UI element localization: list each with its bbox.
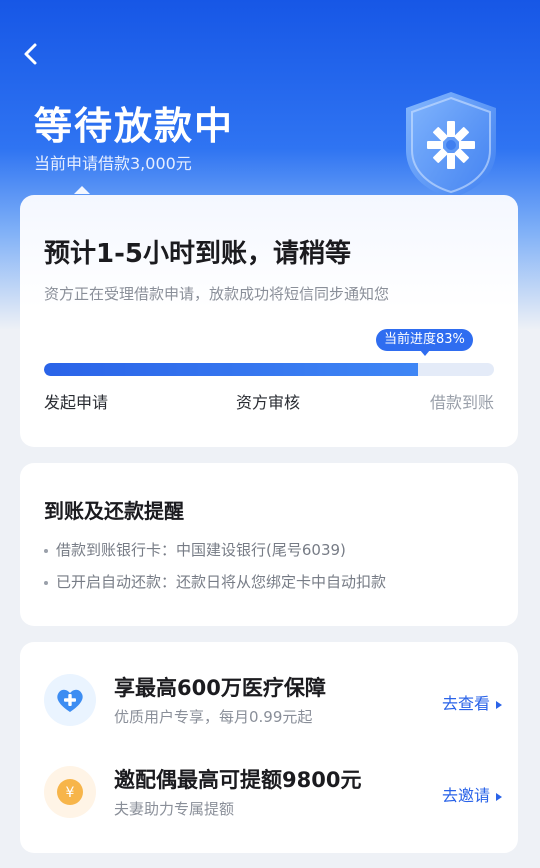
progress-fill	[44, 363, 418, 376]
progress-tooltip: 当前进度83%	[376, 329, 473, 356]
view-button-label: 去查看	[441, 694, 490, 713]
step-apply: 发起申请	[44, 393, 109, 412]
reminder-title: 到账及还款提醒	[44, 499, 184, 523]
invite-button-label: 去邀请	[441, 786, 490, 805]
bank-shield-icon	[406, 92, 496, 198]
heart-plus-icon	[57, 689, 83, 712]
view-button[interactable]: 去查看	[442, 690, 502, 714]
pointer-arrow	[74, 186, 90, 194]
promo-icon-bg: ¥	[44, 766, 96, 818]
promo-icon-bg	[44, 674, 96, 726]
caret-right-icon	[496, 700, 502, 709]
promo-medical[interactable]: 享最高600万医疗保障 优质用户专享，每月0.99元起 去查看	[42, 672, 502, 732]
promo-spouse-title: 邀配偶最高可提额9800元	[114, 768, 362, 792]
reminder-card: 到账及还款提醒 借款到账银行卡：中国建设银行(尾号6039) 已开启自动还款：还…	[20, 463, 518, 626]
promo-spouse-subtitle: 夫妻助力专属提额	[114, 800, 235, 818]
loan-amount-subtitle: 当前申请借款3,000元	[34, 154, 192, 173]
bullet-icon	[44, 580, 48, 585]
caret-right-icon	[496, 792, 502, 801]
loan-status-card: 预计1-5小时到账，请稍等 资方正在受理借款申请，放款成功将短信同步通知您 当前…	[20, 195, 518, 447]
step-arrival: 借款到账	[429, 393, 494, 412]
status-description: 资方正在受理借款申请，放款成功将短信同步通知您	[44, 285, 390, 303]
promo-card: 享最高600万医疗保障 优质用户专享，每月0.99元起 去查看 ¥ 邀配偶最高可…	[20, 642, 518, 853]
invite-button[interactable]: 去邀请	[442, 782, 502, 806]
eta-title: 预计1-5小时到账，请稍等	[44, 239, 351, 269]
yen-coin-icon: ¥	[57, 779, 83, 805]
progress-track	[44, 363, 494, 376]
page-title: 等待放款中	[34, 104, 235, 148]
chevron-left-icon	[24, 43, 37, 65]
svg-text:¥: ¥	[66, 785, 75, 801]
promo-spouse[interactable]: ¥ 邀配偶最高可提额9800元 夫妻助力专属提额 去邀请	[42, 764, 502, 824]
auto-repay-info: 已开启自动还款：还款日将从您绑定卡中自动扣款	[56, 573, 387, 591]
list-item: 借款到账银行卡：中国建设银行(尾号6039)	[44, 539, 346, 560]
step-review: 资方审核	[236, 393, 301, 412]
list-item: 已开启自动还款：还款日将从您绑定卡中自动扣款	[44, 571, 386, 592]
promo-medical-title: 享最高600万医疗保障	[114, 676, 326, 700]
promo-medical-subtitle: 优质用户专享，每月0.99元起	[114, 708, 313, 726]
bullet-icon	[44, 548, 48, 553]
back-button[interactable]	[18, 40, 46, 68]
bank-card-info: 借款到账银行卡：中国建设银行(尾号6039)	[56, 541, 346, 559]
